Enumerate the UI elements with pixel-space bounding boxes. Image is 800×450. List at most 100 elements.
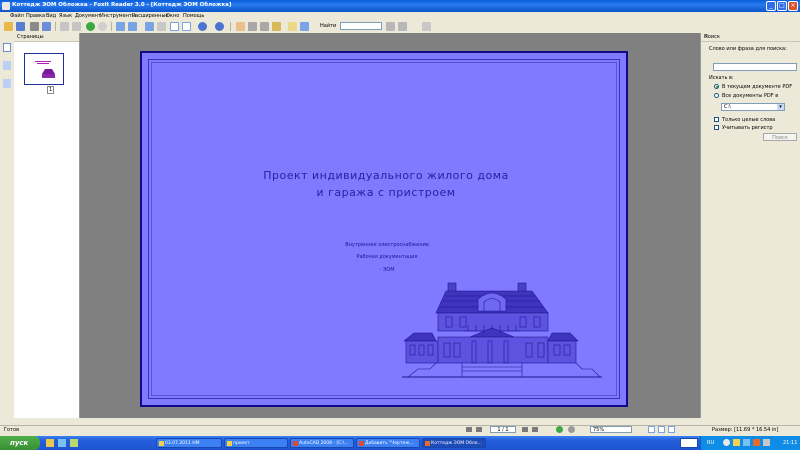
zoom-out-icon[interactable] (145, 22, 154, 31)
next-icon[interactable] (72, 22, 81, 31)
radio-current-document[interactable] (714, 84, 719, 89)
find-next-icon[interactable] (398, 22, 407, 31)
rotate-right-icon[interactable] (128, 22, 137, 31)
folder-icon (159, 441, 164, 446)
menu-window[interactable]: Окно (166, 13, 179, 19)
note-icon[interactable] (288, 22, 297, 31)
quicklaunch-icon[interactable] (46, 439, 54, 447)
quicklaunch-icon[interactable] (58, 439, 66, 447)
page-thumbnail[interactable] (24, 53, 64, 85)
radio-all-documents-label: Все документы PDF в (722, 93, 779, 99)
menu-tools[interactable]: Инструменты (100, 13, 136, 19)
find-input[interactable] (340, 22, 382, 30)
volume-icon[interactable] (763, 439, 770, 446)
bookmarks-tab-icon[interactable] (3, 61, 11, 70)
print-icon[interactable] (30, 22, 39, 31)
search-query-input[interactable] (713, 63, 797, 71)
document-subtitle-1: Внутреннее электроснабжение (345, 242, 429, 248)
forward-view-icon[interactable] (215, 22, 224, 31)
radio-all-documents[interactable] (714, 93, 719, 98)
typewriter-icon[interactable] (272, 22, 281, 31)
case-sensitive-label: Учитывать регистр (722, 125, 773, 131)
search-panel-close-button[interactable]: × (704, 34, 708, 40)
input-language-indicator[interactable]: RU (707, 440, 714, 446)
document-viewport[interactable]: Проект индивидуального жилого дома и гар… (80, 33, 700, 418)
prev-page-icon[interactable] (476, 427, 482, 432)
page-number-field[interactable]: 1 / 1 (490, 426, 516, 433)
toolbar-separator (55, 22, 56, 31)
taskbar-button[interactable]: 03.07.2011 HM (156, 438, 222, 448)
search-button[interactable]: Поиск (763, 133, 797, 141)
layers-tab-icon[interactable] (3, 79, 11, 88)
window-title-bar[interactable]: Коттедж ЭОМ Обложка - Foxit Reader 3.0 -… (0, 0, 800, 12)
first-page-icon[interactable] (466, 427, 472, 432)
maximize-button[interactable]: □ (777, 1, 787, 11)
continuous-view-icon[interactable] (658, 426, 665, 433)
language-bar-icon[interactable] (680, 438, 698, 448)
minimize-button[interactable]: _ (766, 1, 776, 11)
search-panel: Поиск × Слово или фраза для поиска: Иска… (700, 33, 800, 418)
pages-tab-icon[interactable] (3, 43, 11, 52)
menu-bar: Файл Правка Вид Язык Документ Инструмент… (0, 12, 800, 20)
menu-help[interactable]: Помощь (183, 13, 204, 19)
menu-language[interactable]: Язык (59, 13, 72, 19)
go-icon[interactable] (86, 22, 95, 31)
fit-width-icon[interactable] (182, 22, 191, 31)
go-forward-icon[interactable] (568, 426, 575, 433)
look-in-label: Искать в: (709, 75, 734, 81)
thumbnail-preview (25, 54, 61, 82)
options-icon[interactable] (422, 22, 431, 31)
stop-icon[interactable] (98, 22, 107, 31)
taskbar-button-label: AutoCAD 2008 - [C:\... (299, 441, 349, 446)
menu-view[interactable]: Вид (46, 13, 56, 19)
taskbar-button[interactable]: проект (224, 438, 288, 448)
tray-icon[interactable] (743, 439, 750, 446)
quicklaunch-icon[interactable] (70, 439, 78, 447)
menu-edit[interactable]: Правка (26, 13, 45, 19)
windows-taskbar: пуск 03.07.2011 HM проект AutoCAD 2008 -… (0, 436, 800, 450)
bookmark-icon[interactable] (300, 22, 309, 31)
menu-file[interactable]: Файл (10, 13, 24, 19)
case-sensitive-checkbox[interactable] (714, 125, 719, 130)
snapshot-icon[interactable] (260, 22, 269, 31)
start-button[interactable]: пуск (0, 436, 40, 450)
pages-panel-header: Страницы (14, 33, 79, 42)
taskbar-button[interactable]: Добавить "Чертеж... (356, 438, 420, 448)
rotate-left-icon[interactable] (116, 22, 125, 31)
window-title: Коттедж ЭОМ Обложка - Foxit Reader 3.0 -… (12, 2, 232, 8)
folder-select[interactable]: C:\ ▾ (721, 103, 785, 111)
email-icon[interactable] (42, 22, 51, 31)
prev-icon[interactable] (60, 22, 69, 31)
hand-tool-icon[interactable] (236, 22, 245, 31)
find-prev-icon[interactable] (386, 22, 395, 31)
tray-icon[interactable] (733, 439, 740, 446)
zoom-dropdown-icon[interactable] (157, 22, 166, 31)
system-clock[interactable]: 21:11 (783, 440, 797, 446)
find-label: Найти (320, 23, 337, 29)
fit-page-icon[interactable] (170, 22, 179, 31)
facing-view-icon[interactable] (668, 426, 675, 433)
whole-words-checkbox[interactable] (714, 117, 719, 122)
document-subtitle-2: Рабочая документация (356, 254, 418, 260)
taskbar-button-active[interactable]: Коттедж ЭОМ Обло... (422, 438, 486, 448)
folder-icon (227, 441, 232, 446)
back-view-icon[interactable] (198, 22, 207, 31)
zoom-level-field[interactable]: 75% (590, 426, 632, 433)
tray-icon[interactable] (753, 439, 760, 446)
last-page-icon[interactable] (532, 427, 538, 432)
menu-advanced[interactable]: Расширенные (132, 13, 168, 19)
single-page-view-icon[interactable] (648, 426, 655, 433)
tray-icon[interactable] (723, 439, 730, 446)
select-text-icon[interactable] (248, 22, 257, 31)
save-icon[interactable] (16, 22, 25, 31)
foxit-icon (425, 441, 430, 446)
close-button[interactable]: × (788, 1, 798, 11)
document-title-line1: Проект индивидуального жилого дома (263, 169, 509, 182)
menu-document[interactable]: Документ (75, 13, 101, 19)
taskbar-button[interactable]: AutoCAD 2008 - [C:\... (290, 438, 354, 448)
autocad-icon (293, 441, 298, 446)
go-back-icon[interactable] (556, 426, 563, 433)
open-icon[interactable] (4, 22, 13, 31)
taskbar-button-label: Добавить "Чертеж... (365, 441, 414, 446)
next-page-icon[interactable] (522, 427, 528, 432)
